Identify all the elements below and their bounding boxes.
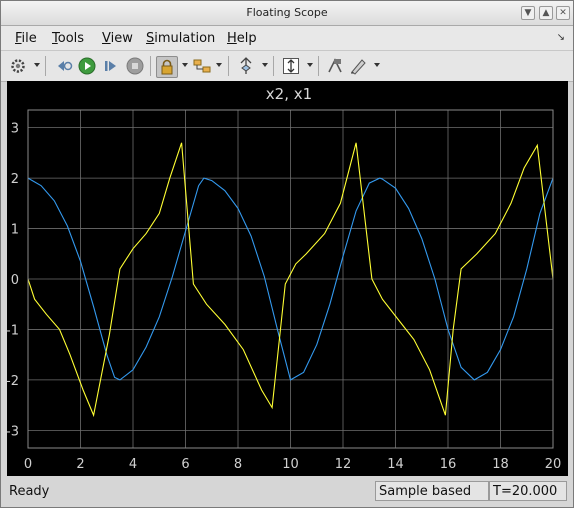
toolbar	[1, 50, 573, 82]
title-bar[interactable]: Floating Scope ▼ ▲ ✕	[1, 1, 573, 26]
menu-simulation[interactable]: Simulation	[146, 31, 215, 46]
dock-arrow-icon[interactable]: ↘	[557, 32, 565, 43]
toolbar-separator	[45, 56, 46, 76]
x-tick-label: 0	[24, 457, 32, 472]
lock-axes-icon[interactable]	[156, 56, 178, 78]
menu-file[interactable]: File	[15, 31, 37, 46]
y-tick-label: 2	[11, 172, 19, 187]
scope-chart[interactable]: x2, x1 0 2 4 6 8 10 12 14 16 18 203210-1-2-3	[6, 81, 568, 476]
menu-help[interactable]: Help	[227, 31, 257, 46]
toolbar-separator	[228, 56, 229, 76]
lock-dropdown-icon[interactable]	[182, 63, 188, 67]
scale-dropdown-icon[interactable]	[307, 63, 313, 67]
scope-display[interactable]: x2, x1 0 2 4 6 8 10 12 14 16 18 20 3 2 1 0 -1 -2 -3	[6, 81, 568, 476]
settings-gear-icon[interactable]	[8, 56, 28, 76]
style-icon[interactable]	[348, 56, 368, 76]
x-tick-label: 18	[492, 457, 509, 472]
menu-view[interactable]: View	[102, 31, 133, 46]
x-tick-label: 4	[129, 457, 137, 472]
toolbar-separator	[318, 56, 319, 76]
y-tick-label: 1	[11, 223, 19, 238]
sample-mode-field: Sample based	[375, 481, 489, 501]
x-tick-label: 12	[335, 457, 352, 472]
signal-dropdown-icon[interactable]	[216, 63, 222, 67]
signal-selector-icon[interactable]	[192, 56, 212, 76]
x-tick-label: 2	[76, 457, 84, 472]
x-tick-label: 8	[234, 457, 242, 472]
chart-title: x2, x1	[266, 85, 312, 103]
scale-axes-icon[interactable]	[281, 56, 301, 76]
y-tick-label: -3	[7, 424, 19, 439]
cursor-measure-icon[interactable]	[236, 56, 256, 76]
scope-window: Floating Scope ▼ ▲ ✕ File Tools View Sim…	[0, 0, 574, 508]
stop-icon[interactable]	[125, 56, 145, 76]
simulation-time-field: T=20.000	[489, 481, 567, 501]
x-tick-label: 20	[545, 457, 562, 472]
run-icon[interactable]	[77, 56, 97, 76]
window-title: Floating Scope	[246, 6, 328, 19]
y-tick-label: -1	[7, 323, 19, 338]
highlight-block-icon[interactable]	[325, 56, 345, 76]
close-icon[interactable]: ✕	[556, 6, 570, 20]
y-tick-label: -2	[7, 374, 19, 389]
cursor-dropdown-icon[interactable]	[262, 63, 268, 67]
toolbar-separator	[273, 56, 274, 76]
minimize-icon[interactable]: ▼	[521, 6, 535, 20]
grid-lines	[27, 110, 554, 448]
x-tick-label: 16	[440, 457, 457, 472]
settings-dropdown-icon[interactable]	[34, 63, 40, 67]
toolbar-separator	[150, 56, 151, 76]
style-dropdown-icon[interactable]	[374, 63, 380, 67]
maximize-icon[interactable]: ▲	[539, 6, 553, 20]
menu-bar: File Tools View Simulation Help ↘	[1, 26, 573, 50]
x-tick-label: 14	[387, 457, 404, 472]
status-bar: Ready Sample based T=20.000	[1, 478, 573, 506]
step-forward-icon[interactable]	[101, 56, 121, 76]
x-tick-label: 10	[282, 457, 299, 472]
menu-tools[interactable]: Tools	[52, 31, 84, 46]
status-text: Ready	[9, 484, 50, 499]
y-tick-label: 3	[11, 122, 19, 137]
x-tick-label: 6	[181, 457, 189, 472]
step-back-icon[interactable]	[54, 56, 74, 76]
y-tick-label: 0	[11, 273, 19, 288]
